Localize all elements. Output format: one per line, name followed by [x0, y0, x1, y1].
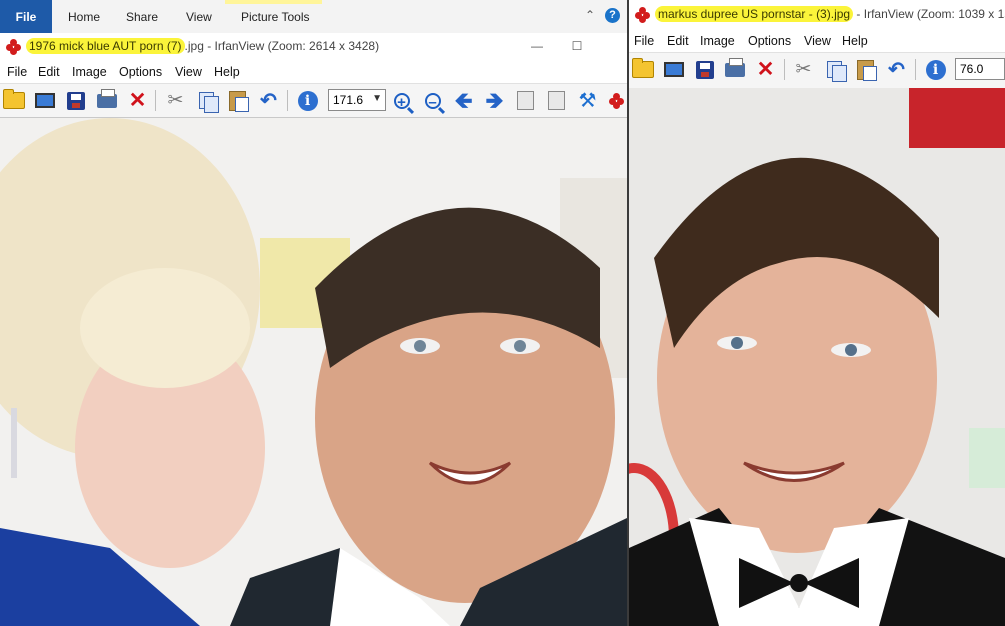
question-icon[interactable]: ? — [605, 8, 620, 23]
open-folder-icon[interactable] — [2, 89, 25, 112]
title-rest: .jpg - IrfanView (Zoom: 2614 x 3428) — [184, 39, 380, 53]
page-down-icon[interactable] — [545, 89, 568, 112]
save-icon[interactable] — [64, 89, 87, 112]
next-icon[interactable]: 🡺 — [483, 89, 506, 112]
minimize-button[interactable]: — — [530, 39, 544, 53]
menu-view[interactable]: View — [804, 34, 831, 48]
delete-icon[interactable]: ✕ — [126, 89, 149, 112]
page-up-icon[interactable] — [514, 89, 537, 112]
menu-file[interactable]: File — [634, 34, 654, 48]
zoom-in-icon[interactable]: + — [390, 89, 413, 112]
toolbar: ✕ ✂ ↶ i 171.6 ▼ + – 🡸 🡺 ⚒ — [0, 83, 627, 118]
slideshow-icon[interactable] — [33, 89, 56, 112]
open-folder-icon[interactable] — [631, 58, 654, 81]
window-title: 1976 mick blue AUT porn (7) .jpg - IrfanV… — [26, 38, 380, 54]
menu-options[interactable]: Options — [748, 34, 791, 48]
copy-icon[interactable] — [823, 58, 847, 82]
ribbon-tab-picture-tools[interactable]: Picture Tools — [241, 0, 309, 33]
undo-icon[interactable]: ↶ — [257, 89, 280, 112]
menu-bar: File Edit Image Options View Help — [0, 62, 627, 82]
collapse-ribbon-icon[interactable]: ⌃ — [583, 8, 597, 22]
irfanview-window-right: markus dupree US pornstar - (3).jpg - Ir… — [629, 0, 1005, 626]
zoom-value: 76.0 — [960, 62, 984, 76]
menu-edit[interactable]: Edit — [38, 65, 60, 79]
menu-image[interactable]: Image — [700, 34, 735, 48]
irfanview-icon — [6, 39, 22, 55]
undo-icon[interactable]: ↶ — [885, 58, 908, 81]
zoom-out-icon[interactable]: – — [421, 89, 444, 112]
titlebar: markus dupree US pornstar - (3).jpg - Ir… — [629, 0, 1005, 28]
image-viewport[interactable] — [0, 118, 627, 626]
previous-icon[interactable]: 🡸 — [452, 89, 475, 112]
photo-image — [629, 88, 1005, 626]
info-icon[interactable]: i — [924, 58, 947, 81]
slideshow-icon[interactable] — [662, 58, 685, 81]
menu-bar: File Edit Image Options View Help — [629, 31, 1005, 51]
menu-file[interactable]: File — [7, 65, 27, 79]
ribbon-tab-view[interactable]: View — [186, 0, 212, 33]
copy-icon[interactable] — [195, 89, 219, 113]
tools-icon[interactable]: ⚒ — [576, 89, 599, 112]
zoom-value: 171.6 — [333, 93, 364, 107]
cut-icon[interactable]: ✂ — [792, 58, 815, 81]
menu-help[interactable]: Help — [214, 65, 240, 79]
title-rest: - IrfanView (Zoom: 1039 x 1557) — [856, 7, 1005, 21]
toolbar: ✕ ✂ ↶ i 76.0 — [629, 52, 1005, 89]
title-highlighted: 1976 mick blue AUT porn (7) — [26, 38, 185, 54]
maximize-button[interactable]: ☐ — [570, 39, 584, 53]
paste-icon[interactable] — [226, 89, 249, 112]
window-title: markus dupree US pornstar - (3).jpg - Ir… — [655, 6, 1005, 22]
ribbon-tab-home[interactable]: Home — [68, 0, 100, 33]
delete-icon[interactable]: ✕ — [754, 58, 777, 81]
save-icon[interactable] — [693, 58, 716, 81]
titlebar: 1976 mick blue AUT porn (7) .jpg - IrfanV… — [0, 33, 627, 61]
image-viewport[interactable] — [629, 88, 1005, 626]
menu-view[interactable]: View — [175, 65, 202, 79]
menu-image[interactable]: Image — [72, 65, 107, 79]
ribbon-tab-file[interactable]: File — [0, 0, 52, 33]
ribbon-tab-share[interactable]: Share — [126, 0, 158, 33]
paste-icon[interactable] — [854, 58, 877, 81]
irfanview-window-left: 1976 mick blue AUT porn (7) .jpg - IrfanV… — [0, 33, 627, 626]
photo-image — [0, 118, 627, 626]
menu-edit[interactable]: Edit — [667, 34, 689, 48]
chevron-down-icon[interactable]: ▼ — [372, 93, 382, 104]
zoom-input[interactable]: 171.6 ▼ — [328, 89, 386, 111]
irfanview-icon[interactable] — [605, 89, 627, 112]
title-highlighted: markus dupree US pornstar - (3).jpg — [655, 6, 854, 22]
menu-options[interactable]: Options — [119, 65, 162, 79]
print-icon[interactable] — [723, 57, 746, 81]
cut-icon[interactable]: ✂ — [164, 89, 187, 112]
info-icon[interactable]: i — [296, 89, 319, 112]
irfanview-icon — [635, 7, 651, 23]
zoom-input[interactable]: 76.0 — [955, 58, 1005, 80]
print-icon[interactable] — [95, 88, 118, 112]
explorer-ribbon: File Home Share View Picture Tools ⌃ ? — [0, 0, 627, 34]
menu-help[interactable]: Help — [842, 34, 868, 48]
